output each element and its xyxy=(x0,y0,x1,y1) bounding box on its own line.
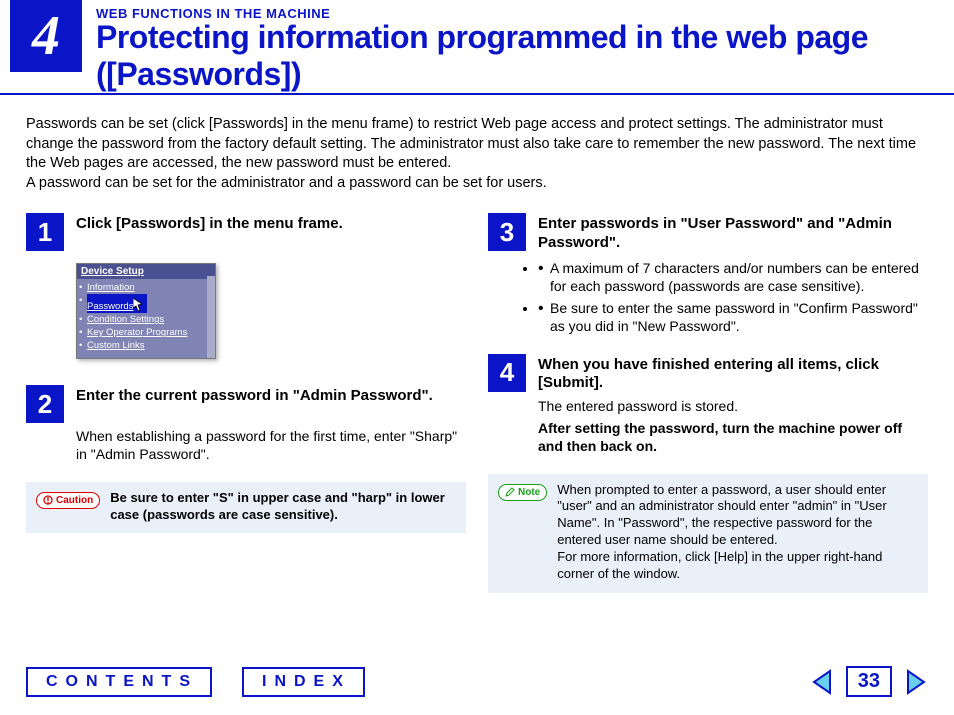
step-4-title: When you have finished entering all item… xyxy=(538,354,928,394)
warning-icon xyxy=(43,495,53,505)
caution-callout: Caution Be sure to enter "S" in upper ca… xyxy=(26,482,466,534)
device-setup-item-passwords: Passwords xyxy=(87,294,147,313)
note-text-p2: For more information, click [Help] in th… xyxy=(557,549,882,581)
page-number: 33 xyxy=(846,666,892,697)
step-2-body: When establishing a password for the fir… xyxy=(76,427,466,463)
step-3-bullet-1: A maximum of 7 characters and/or numbers… xyxy=(538,259,928,295)
device-setup-title: Device Setup xyxy=(77,264,215,279)
device-setup-item-condition: Condition Settings xyxy=(87,313,211,326)
step-number-4: 4 xyxy=(488,354,526,392)
page-footer: CONTENTS INDEX 33 xyxy=(0,666,954,697)
step-2: 2 Enter the current password in "Admin P… xyxy=(26,385,466,463)
device-setup-item-information: Information xyxy=(87,281,211,294)
caution-label: Caution xyxy=(56,494,93,507)
header-text: WEB FUNCTIONS IN THE MACHINE Protecting … xyxy=(82,0,954,93)
page-header: 4 WEB FUNCTIONS IN THE MACHINE Protectin… xyxy=(0,0,954,93)
step-1: 1 Click [Passwords] in the menu frame. D… xyxy=(26,213,466,359)
device-setup-item-key-operator: Key Operator Programs xyxy=(87,326,211,339)
note-text: When prompted to enter a password, a use… xyxy=(557,482,916,583)
step-4-body-bold: After setting the password, turn the mac… xyxy=(538,419,928,455)
intro-paragraph-1: Passwords can be set (click [Passwords] … xyxy=(26,115,928,174)
device-setup-item-custom-links: Custom Links xyxy=(87,339,211,352)
note-label: Note xyxy=(518,486,540,499)
prev-page-arrow-icon[interactable] xyxy=(810,669,836,695)
contents-button[interactable]: CONTENTS xyxy=(26,667,212,697)
step-number-3: 3 xyxy=(488,213,526,251)
step-3: 3 Enter passwords in "User Password" and… xyxy=(488,213,928,335)
caution-text: Be sure to enter "S" in upper case and "… xyxy=(110,490,454,524)
next-page-arrow-icon[interactable] xyxy=(902,669,928,695)
device-setup-menu-illustration: Device Setup Information Passwords Condi… xyxy=(76,263,216,359)
step-1-title: Click [Passwords] in the menu frame. xyxy=(76,213,343,234)
chapter-number-badge: 4 xyxy=(10,0,82,72)
note-callout: Note When prompted to enter a password, … xyxy=(488,474,928,593)
steps-columns: 1 Click [Passwords] in the menu frame. D… xyxy=(0,203,954,593)
step-3-bullet-2: Be sure to enter the same password in "C… xyxy=(538,299,928,335)
step-number-2: 2 xyxy=(26,385,64,423)
step-4: 4 When you have finished entering all it… xyxy=(488,354,928,456)
intro-paragraph-2: A password can be set for the administra… xyxy=(26,174,928,194)
note-text-p1: When prompted to enter a password, a use… xyxy=(557,482,886,548)
index-button[interactable]: INDEX xyxy=(242,667,365,697)
caution-badge: Caution xyxy=(36,492,100,509)
step-4-body: The entered password is stored. xyxy=(538,397,928,415)
right-column: 3 Enter passwords in "User Password" and… xyxy=(488,213,928,593)
intro-text: Passwords can be set (click [Passwords] … xyxy=(0,105,954,203)
step-3-title: Enter passwords in "User Password" and "… xyxy=(538,213,928,253)
step-2-title: Enter the current password in "Admin Pas… xyxy=(76,385,433,406)
header-rule xyxy=(0,93,954,95)
step-3-bullets: A maximum of 7 characters and/or numbers… xyxy=(538,259,928,336)
step-number-1: 1 xyxy=(26,213,64,251)
note-badge: Note xyxy=(498,484,547,501)
pencil-icon xyxy=(505,487,515,497)
device-setup-scroll xyxy=(207,276,215,358)
cursor-icon xyxy=(133,298,145,312)
left-column: 1 Click [Passwords] in the menu frame. D… xyxy=(26,213,466,593)
page-title: Protecting information programmed in the… xyxy=(96,19,954,93)
